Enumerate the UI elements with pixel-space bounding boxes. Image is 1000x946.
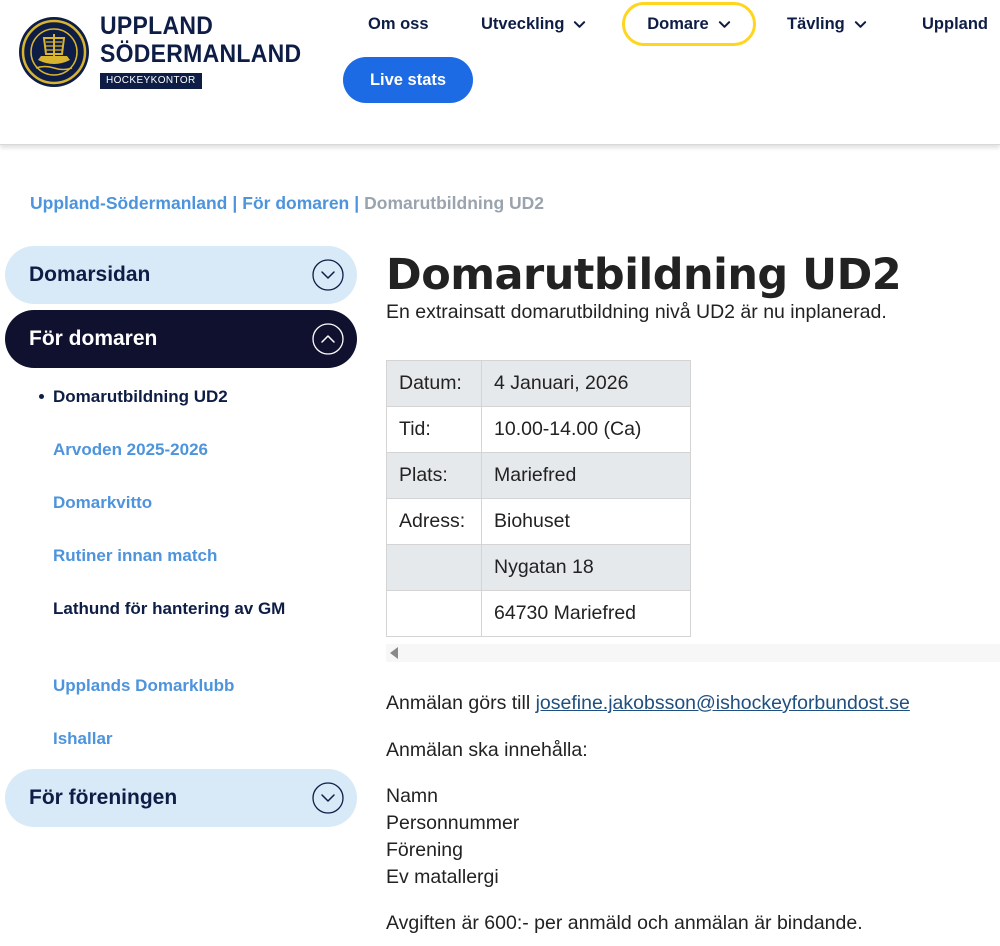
- sidebar-item-domarkvitto[interactable]: Domarkvitto: [53, 491, 303, 515]
- logo-line-2: SÖDERMANLAND: [100, 40, 302, 68]
- breadcrumb: Uppland-Södermanland | För domaren | Domarut…: [30, 193, 544, 214]
- breadcrumb-separator: |: [354, 193, 360, 213]
- breadcrumb-current: Domarutbildning UD2: [364, 193, 545, 213]
- table-row: Nygatan 18: [386, 544, 691, 591]
- logo-subtitle: HOCKEYKONTOR: [100, 73, 202, 89]
- chevron-up-circle-icon[interactable]: [312, 323, 344, 355]
- breadcrumb-separator: |: [232, 193, 238, 213]
- active-bullet-icon: [39, 394, 44, 399]
- table-row: Datum: 4 Januari, 2026: [386, 360, 691, 407]
- nav-label: Utveckling: [481, 14, 565, 33]
- sidebar-item-lathund-gm[interactable]: Lathund för hantering av GM: [53, 597, 303, 621]
- content-list: Namn Personnummer Förening Ev matallergi: [386, 783, 519, 891]
- table-row: Tid: 10.00-14.00 (Ca): [386, 406, 691, 453]
- nav-domare[interactable]: Domare: [622, 2, 756, 46]
- table-cell-value: Nygatan 18: [481, 544, 691, 591]
- table-cell-label: Tid:: [386, 406, 482, 453]
- content-heading: Anmälan ska innehålla:: [386, 739, 588, 761]
- sidebar-item-ishallar[interactable]: Ishallar: [53, 727, 303, 751]
- table-cell-value: 64730 Mariefred: [481, 590, 691, 637]
- content-list-item: Namn: [386, 785, 439, 807]
- sidebar-section-domarsidan[interactable]: Domarsidan: [5, 246, 357, 304]
- table-cell-value: Biohuset: [481, 498, 691, 545]
- content-list-item: Personnummer: [386, 812, 520, 834]
- scroll-left-arrow-icon[interactable]: [390, 647, 398, 659]
- table-cell-value: 10.00-14.00 (Ca): [481, 406, 691, 453]
- chevron-down-icon: [718, 20, 730, 28]
- table-cell-label: Plats:: [386, 452, 482, 499]
- chevron-down-icon: [854, 20, 866, 28]
- site-header: UPPLAND SÖDERMANLAND HOCKEYKONTOR Om oss…: [0, 0, 1000, 145]
- table-horizontal-scrollbar[interactable]: [386, 644, 1000, 662]
- table-cell-label: [386, 590, 482, 637]
- sidebar-section-for-domaren[interactable]: För domaren: [5, 310, 357, 368]
- page-title: Domarutbildning UD2: [386, 250, 902, 300]
- nav-label: Domare: [647, 14, 709, 33]
- content-list-item: Förening: [386, 839, 463, 861]
- sidebar-item-upplands-domarklubb[interactable]: Upplands Domarklubb: [53, 674, 303, 698]
- signup-email-link[interactable]: josefine.jakobsson@ishockeyforbundost.se: [536, 692, 910, 714]
- logo-wordmark[interactable]: UPPLAND SÖDERMANLAND HOCKEYKONTOR: [100, 12, 319, 89]
- table-row: Plats: Mariefred: [386, 452, 691, 499]
- table-cell-value: Mariefred: [481, 452, 691, 499]
- nav-label: Om oss: [368, 14, 429, 33]
- breadcrumb-link-for-domaren[interactable]: För domaren: [242, 193, 349, 213]
- table-cell-label: Adress:: [386, 498, 482, 545]
- sidebar-section-label: För domaren: [29, 327, 158, 350]
- nav-label: Uppland: [922, 14, 988, 33]
- table-cell-value: 4 Januari, 2026: [481, 360, 691, 407]
- sidebar-item-arvoden[interactable]: Arvoden 2025-2026: [53, 438, 303, 462]
- chevron-down-icon: [574, 20, 586, 28]
- breadcrumb-link-home[interactable]: Uppland-Södermanland: [30, 193, 227, 213]
- table-cell-label: [386, 544, 482, 591]
- table-cell-label: Datum:: [386, 360, 482, 407]
- table-row: Adress: Biohuset: [386, 498, 691, 545]
- sidebar-item-domarutbildning-ud2[interactable]: Domarutbildning UD2: [53, 385, 303, 409]
- nav-tavling[interactable]: Tävling: [787, 12, 867, 36]
- signup-prefix: Anmälan görs till: [386, 692, 536, 714]
- viking-ship-emblem-icon: [19, 17, 89, 87]
- chevron-down-circle-icon[interactable]: [312, 259, 344, 291]
- live-stats-button[interactable]: Live stats: [343, 57, 473, 103]
- nav-om-oss[interactable]: Om oss: [368, 12, 429, 36]
- content-list-item: Ev matallergi: [386, 866, 499, 888]
- sidebar-item-rutiner-innan-match[interactable]: Rutiner innan match: [53, 544, 303, 568]
- table-row: 64730 Mariefred: [386, 590, 691, 637]
- nav-label: Tävling: [787, 14, 845, 33]
- sidebar-section-label: För föreningen: [29, 786, 178, 809]
- fee-text: Avgiften är 600:- per anmäld och anmälan…: [386, 912, 863, 934]
- signup-text: Anmälan görs till josefine.jakobsson@ish…: [386, 690, 910, 717]
- course-info-table: Datum: 4 Januari, 2026 Tid: 10.00-14.00 …: [386, 360, 691, 637]
- sidebar-section-label: Domarsidan: [29, 263, 151, 286]
- chevron-down-circle-icon[interactable]: [312, 782, 344, 814]
- nav-uppland[interactable]: Uppland: [922, 12, 988, 36]
- logo-line-1: UPPLAND: [100, 12, 214, 40]
- sidebar-section-for-foreningen[interactable]: För föreningen: [5, 769, 357, 827]
- intro-text: En extrainsatt domarutbildning nivå UD2 …: [386, 301, 887, 323]
- nav-utveckling[interactable]: Utveckling: [481, 12, 586, 36]
